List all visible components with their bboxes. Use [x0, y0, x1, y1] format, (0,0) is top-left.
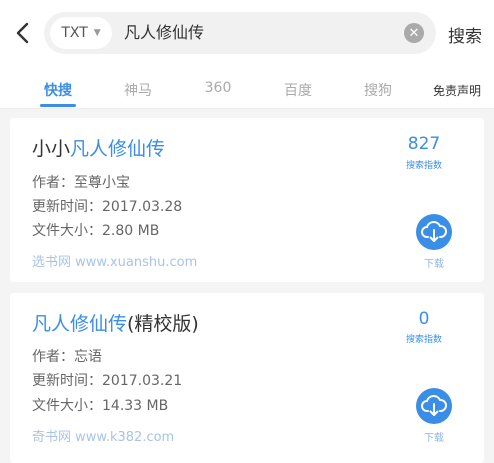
- download-label: 下载: [424, 259, 444, 270]
- back-button[interactable]: [10, 20, 36, 46]
- search-input[interactable]: 凡人修仙传: [124, 22, 204, 44]
- result-card[interactable]: 凡人修仙传(精校版) 作者：忘语 更新时间：2017.03.21 文件大小：14…: [10, 293, 484, 463]
- download-label: 下载: [424, 433, 444, 444]
- tab-baidu[interactable]: 百度: [284, 80, 312, 100]
- tab-shenma[interactable]: 神马: [124, 80, 152, 100]
- search-index-count: 827: [407, 134, 441, 154]
- search-index-label: 搜索指数: [405, 161, 442, 171]
- title-highlight: 凡人修仙传: [70, 138, 166, 160]
- result-author: 作者：至尊小宝: [32, 175, 130, 191]
- cloud-download-icon: [421, 395, 447, 416]
- title-suffix: (精校版): [127, 313, 199, 335]
- tab-disclaimer[interactable]: 免责声明: [433, 82, 481, 99]
- result-updated: 更新时间：2017.03.28: [32, 199, 183, 215]
- result-size: 文件大小：2.80 MB: [32, 223, 160, 239]
- tab-sougou[interactable]: 搜狗: [364, 80, 392, 100]
- result-updated: 更新时间：2017.03.21: [32, 373, 183, 389]
- title-prefix: 小小: [32, 138, 71, 160]
- search-button[interactable]: 搜索: [448, 22, 482, 47]
- download-button[interactable]: [416, 388, 452, 424]
- result-title[interactable]: 小小凡人修仙传: [32, 134, 165, 161]
- result-card[interactable]: 小小凡人修仙传 作者：至尊小宝 更新时间：2017.03.28 文件大小：2.8…: [10, 118, 484, 282]
- tab-kuaisou[interactable]: 快搜: [44, 80, 72, 100]
- cloud-download-icon: [421, 221, 447, 242]
- search-query-text: 凡人修仙传: [124, 23, 205, 42]
- title-highlight: 凡人修仙传: [32, 313, 128, 335]
- chevron-left-icon: [16, 22, 29, 44]
- tab-360[interactable]: 360: [205, 80, 232, 96]
- result-author: 作者：忘语: [32, 349, 102, 365]
- result-source[interactable]: 选书网 www.xuanshu.com: [32, 251, 197, 270]
- search-index-label: 搜索指数: [405, 335, 442, 345]
- search-index-count: 0: [418, 309, 430, 329]
- file-type-label: TXT: [61, 25, 88, 41]
- result-source[interactable]: 奇书网 www.k382.com: [32, 426, 174, 445]
- clear-circle-icon[interactable]: ✕: [404, 23, 424, 43]
- source-tabs: 快搜 神马 360 百度 搜狗 免责声明: [0, 70, 494, 109]
- download-button[interactable]: [416, 214, 452, 250]
- file-type-dropdown[interactable]: TXT ▼: [50, 17, 112, 49]
- result-size: 文件大小：14.33 MB: [32, 398, 169, 414]
- active-tab-indicator: [40, 104, 76, 107]
- top-bar: TXT ▼ 凡人修仙传 ✕ 搜索 快搜 神马 360 百度 搜狗 免责声明: [0, 0, 494, 109]
- result-title[interactable]: 凡人修仙传(精校版): [32, 309, 199, 336]
- caret-down-icon: ▼: [93, 28, 101, 38]
- search-box[interactable]: TXT ▼ 凡人修仙传 ✕: [44, 12, 436, 54]
